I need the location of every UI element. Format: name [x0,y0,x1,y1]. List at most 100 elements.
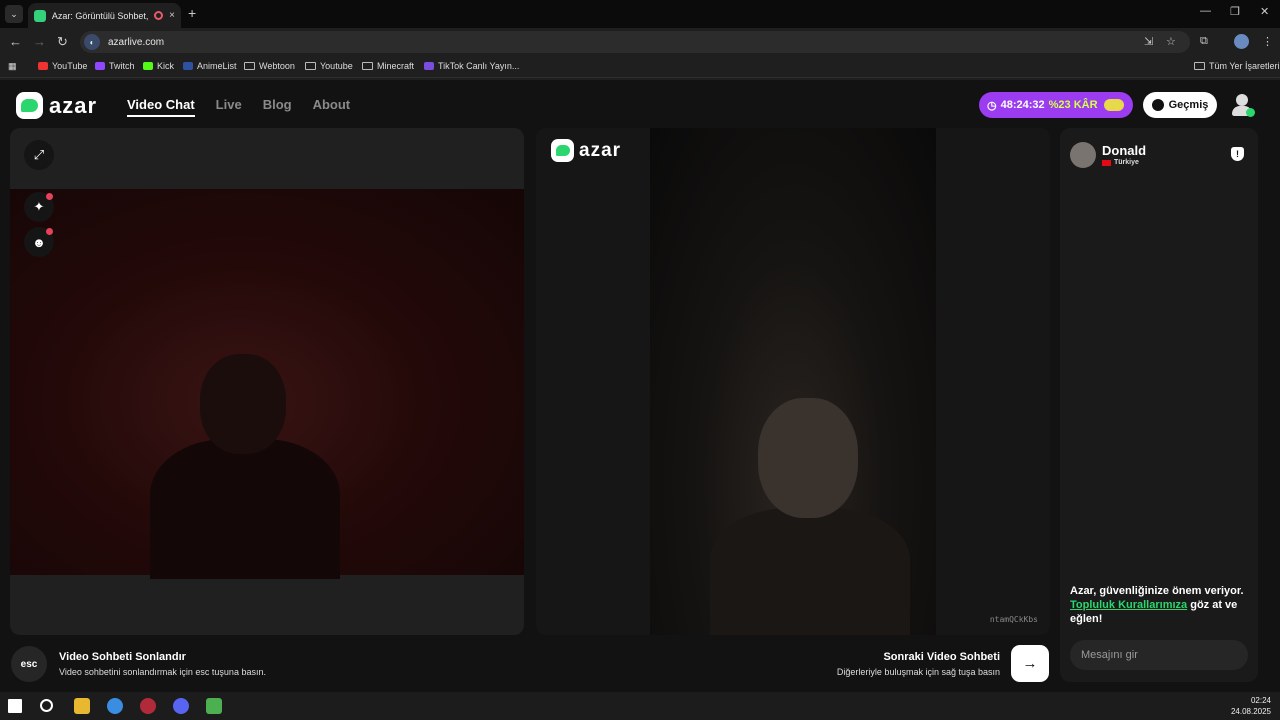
profile-icon[interactable] [1230,92,1255,118]
twitch-icon [95,62,105,70]
azar-page: azar Video Chat Live Blog About ◷ 48:24:… [0,80,1280,692]
clock-icon [1151,99,1164,111]
bookmark-webtoon[interactable]: Webtoon [244,61,295,71]
youtube-icon [38,62,48,70]
partner-name: Donald [1102,143,1147,158]
tiktok-icon [424,62,434,70]
timer-icon: ◷ [987,99,997,112]
browser-chrome: ⌄ Azar: Görüntülü Sohbet, Ar... × + — ❐ … [0,0,1280,80]
azar-favicon-icon [34,9,46,22]
next-chat-button[interactable]: → [1011,645,1049,682]
remote-azar-logo: azar [551,139,621,162]
main-nav: Video Chat Live Blog About [127,97,350,117]
bookmark-tiktok[interactable]: TikTok Canlı Yayın... [424,61,519,71]
next-chat-hint: Diğerleriyle buluşmak için sağ tuşa bası… [836,667,1000,677]
local-video-panel: ⤢ ✦ ☻ [10,128,524,635]
tab-close-icon[interactable]: × [169,10,175,21]
reload-icon[interactable]: ↻ [57,34,68,50]
promo-timer: 48:24:32 [1000,99,1045,111]
install-icon[interactable]: ⇲ [1144,35,1153,48]
bookmark-youtube-folder[interactable]: Youtube [305,61,353,71]
end-chat-hint: Video sohbetini sonlandırmak için esc tu… [59,667,266,677]
menu-icon[interactable]: ⋮ [1262,35,1273,48]
sticker-icon[interactable]: ☻ [24,227,54,257]
folder-icon [244,62,255,70]
partner-avatar[interactable] [1070,142,1096,168]
end-chat-title: Video Sohbeti Sonlandır [59,651,186,663]
bookmark-youtube[interactable]: YouTube [38,61,87,71]
azar-logo-icon [551,139,574,162]
expand-icon[interactable]: ⤢ [24,140,54,170]
report-shield-icon[interactable]: ! [1231,147,1244,161]
history-button[interactable]: Geçmiş [1143,92,1217,118]
back-icon[interactable]: ← [9,34,22,49]
bookmark-animelist[interactable]: AnimeList [183,61,237,71]
logo-text: azar [49,92,98,118]
clock-date: 24.08.2025 [1230,707,1271,716]
local-camera-feed [10,189,524,579]
restore-icon[interactable]: ❐ [1230,5,1240,18]
user-id-watermark: ntamQCkKbs [989,615,1038,624]
browser-profile-icon[interactable] [1234,34,1249,49]
promo-discount: %23 KÂR [1048,99,1098,111]
new-tab-button[interactable]: + [188,5,196,21]
search-icon[interactable] [40,699,53,712]
next-chat-title: Sonraki Video Sohbeti [883,651,1000,663]
bookmarks-bar: ▦ YouTube Twitch Kick AnimeList Webtoon … [0,56,1280,78]
apps-icon[interactable]: ▦ [8,61,17,72]
message-input[interactable] [1070,640,1248,670]
site-info-icon[interactable]: ◐ [84,34,100,50]
remote-logo-text: azar [579,139,622,161]
recording-icon [154,11,164,20]
taskbar: 02:24 24.08.2025 [0,692,1280,720]
discord-icon[interactable] [173,698,189,714]
nav-live[interactable]: Live [216,97,242,117]
system-clock[interactable]: 02:24 24.08.2025 [1231,695,1271,717]
nav-about[interactable]: About [313,97,351,117]
bookmark-twitch[interactable]: Twitch [95,61,135,71]
clock-time: 02:24 [1250,696,1271,705]
azar-logo-icon [16,92,43,119]
file-explorer-icon[interactable] [74,698,90,714]
folder-icon [1194,62,1205,70]
url-text: azarlive.com [108,36,165,48]
app-icon[interactable] [140,698,156,714]
windows-start-icon[interactable] [8,699,22,713]
all-bookmarks[interactable]: Tüm Yer İşaretleri [1194,61,1280,71]
extensions-icon[interactable]: ⧉ [1200,35,1208,48]
community-guidelines-link[interactable]: Topluluk Kurallarımıza [1070,599,1187,611]
tab-title: Azar: Görüntülü Sohbet, Ar... [51,10,149,21]
chat-panel: Donald Türkiye ! Azar, güvenliğinize öne… [1060,128,1258,682]
browser-toolbar: ← → ↻ ◐ azarlive.com ⇲ ☆ ⧉ ⋮ [0,28,1280,56]
forward-icon[interactable]: → [33,34,46,49]
remote-video-panel: azar ntamQCkKbs [536,128,1050,635]
history-label: Geçmiş [1168,99,1209,111]
folder-icon [362,62,373,70]
animelist-icon [183,62,193,70]
bookmark-kick[interactable]: Kick [143,61,174,71]
promo-badge[interactable]: ◷ 48:24:32 %23 KÂR [979,92,1133,118]
azar-logo[interactable]: azar [16,92,97,119]
android-app-icon[interactable] [206,698,222,714]
safety-notice: Azar, güvenliğinize önem veriyor. Toplul… [1070,584,1252,626]
partner-country: Türkiye [1102,159,1139,166]
browser-tab[interactable]: Azar: Görüntülü Sohbet, Ar... × [28,3,181,28]
tab-search-icon[interactable]: ⌄ [5,5,23,23]
turkey-flag-icon [1102,159,1111,166]
safety-text: Azar, güvenliğinize önem veriyor. [1070,585,1244,597]
star-icon[interactable]: ☆ [1166,35,1176,48]
end-chat-button[interactable]: esc [11,646,47,682]
promo-chat-icon [1103,99,1124,111]
chrome-icon[interactable] [107,698,123,714]
window-close-icon[interactable]: ✕ [1260,5,1269,18]
tab-strip: ⌄ Azar: Görüntülü Sohbet, Ar... × + — ❐ … [0,0,1280,28]
folder-icon [305,62,316,70]
minimize-icon[interactable]: — [1200,5,1211,17]
address-bar[interactable]: ◐ azarlive.com [80,31,1190,53]
kick-icon [143,62,153,70]
nav-video-chat[interactable]: Video Chat [127,97,195,117]
effects-icon[interactable]: ✦ [24,192,54,222]
remote-camera-feed [650,128,936,635]
bookmark-minecraft[interactable]: Minecraft [362,61,414,71]
nav-blog[interactable]: Blog [263,97,292,117]
